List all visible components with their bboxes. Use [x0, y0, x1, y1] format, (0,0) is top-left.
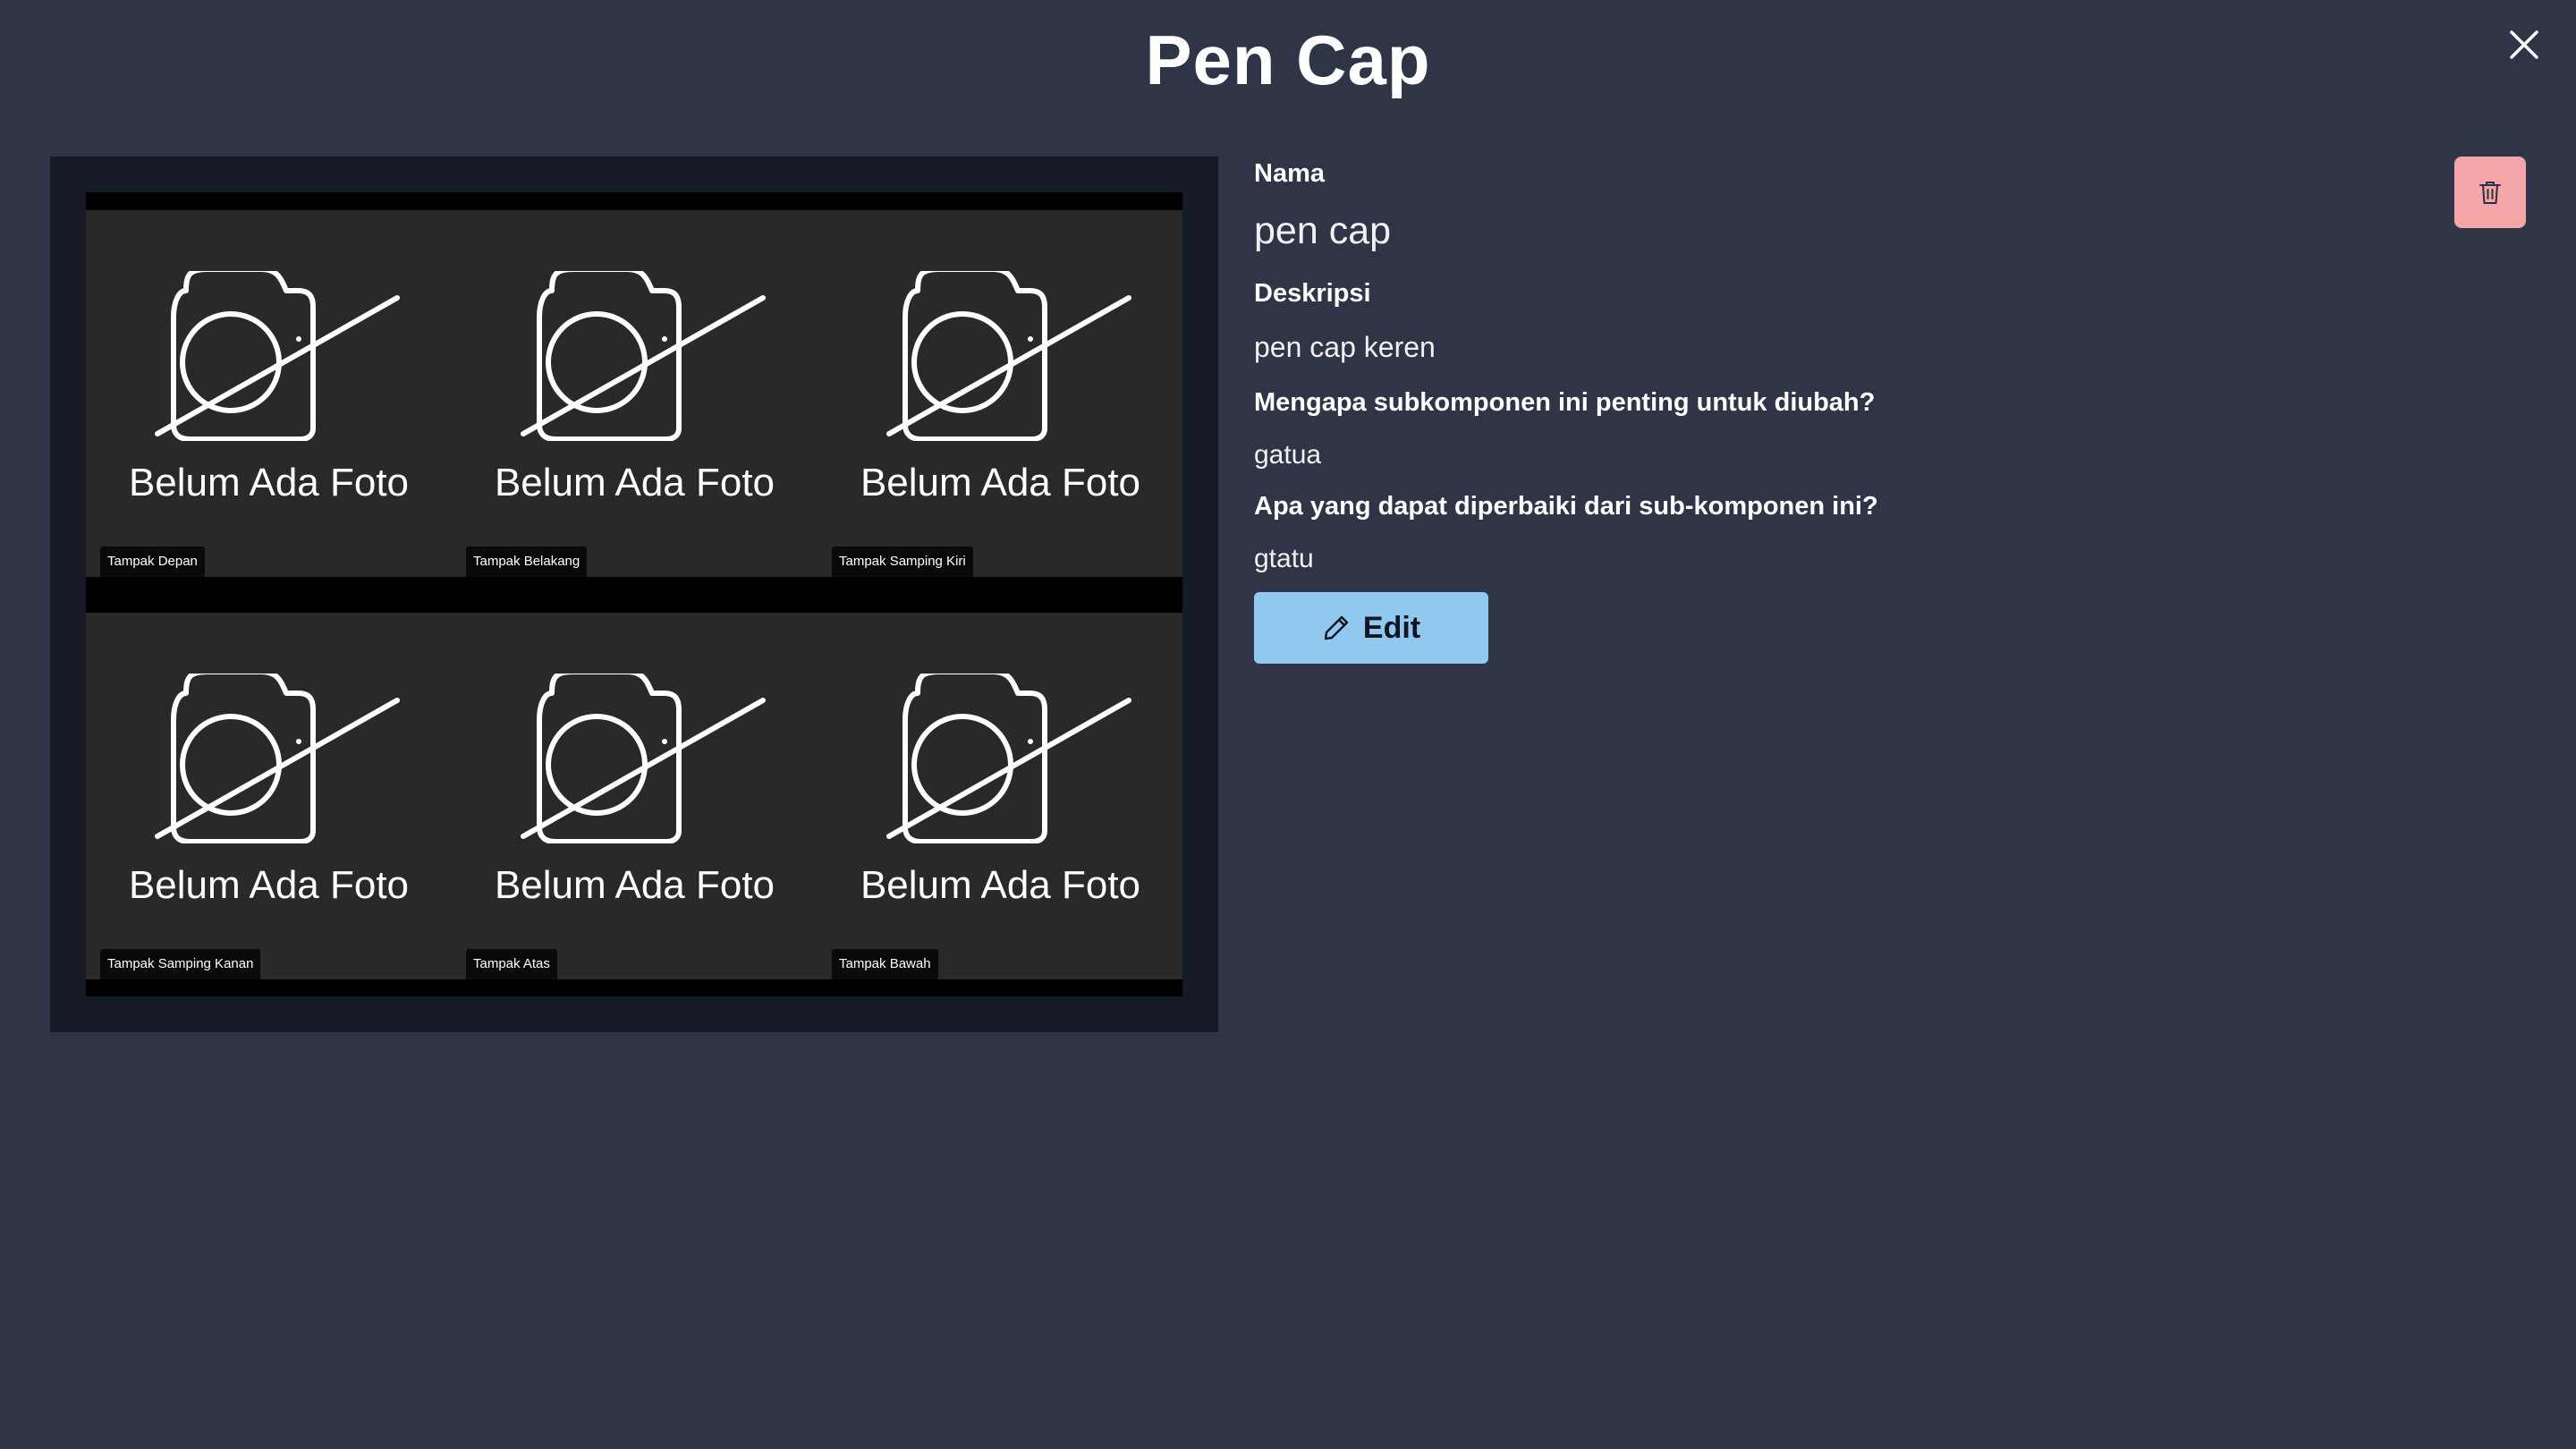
description-value: pen cap keren	[1254, 331, 1436, 363]
photo-view-label: Tampak Depan	[100, 547, 205, 577]
photo-slot-front[interactable]: Belum Ada Foto Tampak Depan	[86, 210, 452, 577]
photo-view-label: Tampak Samping Kiri	[832, 547, 973, 577]
photo-placeholder-caption: Belum Ada Foto	[494, 863, 775, 907]
photo-row: Belum Ada Foto Tampak Samping Kanan Belu…	[86, 613, 1182, 979]
camera-off-icon	[496, 271, 774, 441]
name-value: pen cap	[1254, 209, 1392, 252]
photo-placeholder-caption: Belum Ada Foto	[860, 461, 1141, 504]
photo-placeholder-caption: Belum Ada Foto	[128, 863, 410, 907]
photo-placeholder-caption: Belum Ada Foto	[494, 461, 775, 504]
modal-title: Pen Cap	[1145, 21, 1431, 99]
description-label: Deskripsi	[1254, 279, 1371, 308]
photo-slot-back[interactable]: Belum Ada Foto Tampak Belakang	[452, 210, 818, 577]
photo-placeholder-caption: Belum Ada Foto	[860, 863, 1141, 907]
photo-view-label: Tampak Belakang	[466, 547, 588, 577]
camera-off-icon	[131, 674, 408, 843]
photo-slot-bottom[interactable]: Belum Ada Foto Tampak Bawah	[818, 613, 1183, 979]
delete-button[interactable]	[2454, 157, 2526, 228]
edit-button-label: Edit	[1362, 610, 1421, 645]
photo-grid: Belum Ada Foto Tampak Depan Belum Ada Fo…	[86, 192, 1182, 996]
photo-gallery: Belum Ada Foto Tampak Depan Belum Ada Fo…	[50, 157, 1218, 1032]
photo-slot-top[interactable]: Belum Ada Foto Tampak Atas	[452, 613, 818, 979]
photo-placeholder-caption: Belum Ada Foto	[128, 461, 410, 504]
camera-off-icon	[131, 271, 408, 441]
photo-view-label: Tampak Atas	[466, 949, 557, 979]
photo-slot-right[interactable]: Belum Ada Foto Tampak Samping Kanan	[86, 613, 452, 979]
why-important-label: Mengapa subkomponen ini penting untuk di…	[1254, 388, 1876, 417]
photo-row: Belum Ada Foto Tampak Depan Belum Ada Fo…	[86, 210, 1182, 577]
why-important-value: gatua	[1254, 440, 1322, 470]
improvement-label: Apa yang dapat diperbaiki dari sub-kompo…	[1254, 492, 1878, 521]
camera-off-icon	[862, 271, 1140, 441]
trash-icon	[2479, 182, 2501, 204]
edit-button[interactable]: Edit	[1254, 592, 1488, 664]
camera-off-icon	[862, 674, 1140, 843]
photo-slot-left[interactable]: Belum Ada Foto Tampak Samping Kiri	[818, 210, 1183, 577]
photo-view-label: Tampak Bawah	[832, 949, 938, 979]
close-icon	[2510, 30, 2538, 59]
improvement-value: gtatu	[1254, 544, 1314, 573]
name-label: Nama	[1254, 159, 1325, 188]
photo-view-label: Tampak Samping Kanan	[100, 949, 261, 979]
close-button[interactable]	[2504, 25, 2544, 64]
pencil-icon	[1324, 615, 1349, 640]
camera-off-icon	[496, 674, 774, 843]
